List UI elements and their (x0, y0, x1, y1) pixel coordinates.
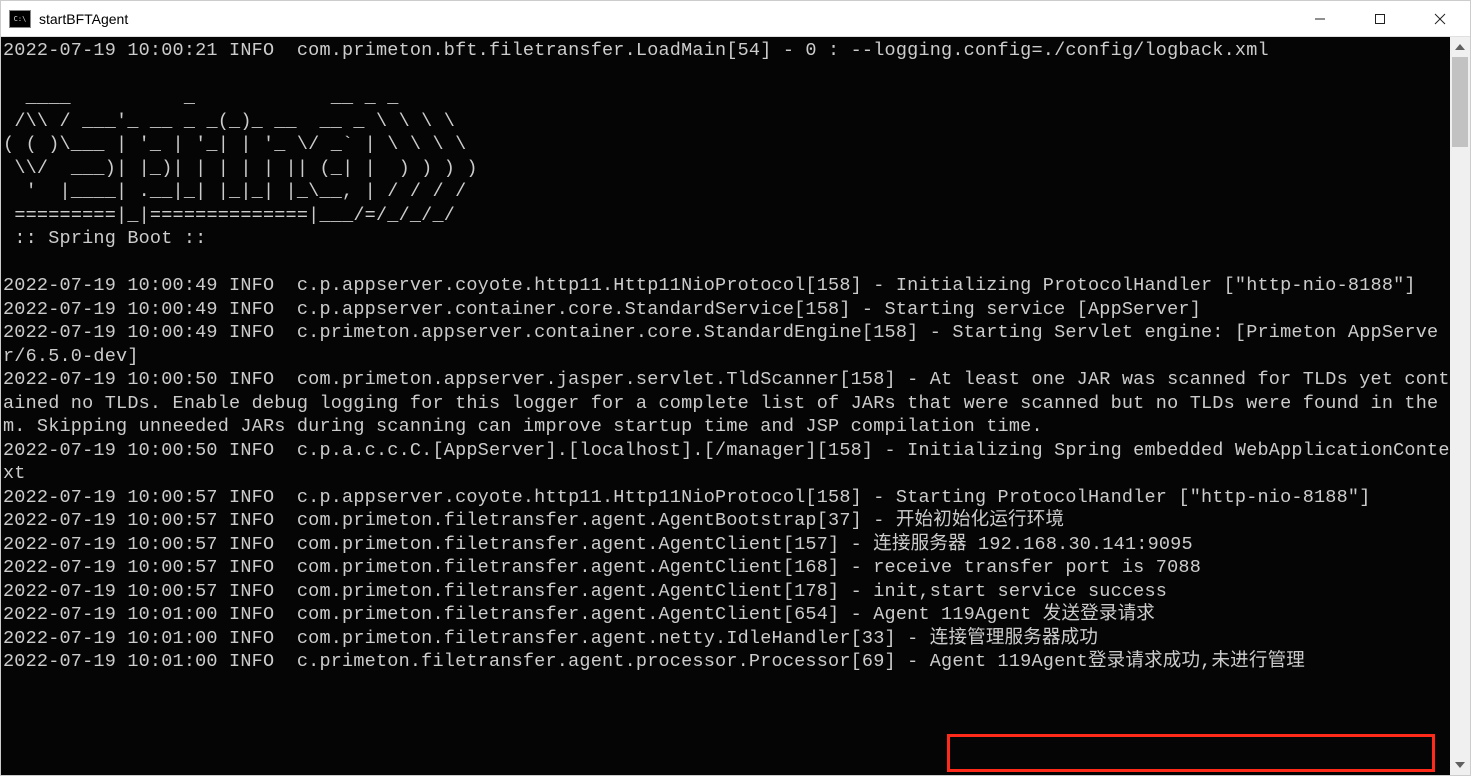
log-line: 2022-07-19 10:00:50 INFO com.primeton.ap… (3, 369, 1450, 437)
ascii-art: \\/ ___)| |_)| | | | | || (_| | ) ) ) ) (3, 158, 478, 179)
ascii-art: ____ _ __ _ _ (3, 87, 399, 108)
scrollbar-up-icon[interactable] (1450, 37, 1470, 57)
log-line: 2022-07-19 10:01:00 INFO com.primeton.fi… (3, 628, 1098, 649)
log-line: 2022-07-19 10:01:00 INFO com.primeton.fi… (3, 604, 1155, 625)
log-line: 2022-07-19 10:00:57 INFO com.primeton.fi… (3, 510, 1064, 531)
close-button[interactable] (1410, 1, 1470, 37)
minimize-button[interactable] (1290, 1, 1350, 37)
log-line: 2022-07-19 10:00:57 INFO com.primeton.fi… (3, 534, 1193, 555)
ascii-art: /\\ / ___'_ __ _ _(_)_ __ __ _ \ \ \ \ (3, 111, 455, 132)
scrollbar-thumb[interactable] (1452, 57, 1468, 147)
log-line: 2022-07-19 10:00:21 INFO com.primeton.bf… (3, 40, 1269, 61)
window-title: startBFTAgent (39, 11, 128, 27)
vertical-scrollbar[interactable] (1450, 37, 1470, 775)
ascii-art: =========|_|==============|___/=/_/_/_/ (3, 205, 455, 226)
log-line: 2022-07-19 10:01:00 INFO c.primeton.file… (3, 651, 1305, 672)
log-line: 2022-07-19 10:00:57 INFO com.primeton.fi… (3, 581, 1167, 602)
cmd-icon (9, 10, 31, 28)
console-area: 2022-07-19 10:00:21 INFO com.primeton.bf… (1, 37, 1470, 775)
log-line: 2022-07-19 10:00:57 INFO c.p.appserver.c… (3, 487, 1371, 508)
log-line: 2022-07-19 10:00:49 INFO c.primeton.apps… (3, 322, 1438, 367)
scrollbar-track[interactable] (1450, 57, 1470, 755)
log-line: 2022-07-19 10:00:57 INFO com.primeton.fi… (3, 557, 1201, 578)
ascii-art: ( ( )\___ | '_ | '_| | '_ \/ _` | \ \ \ … (3, 134, 466, 155)
console-window: startBFTAgent 2022-07-19 10:00:21 INFO c… (0, 0, 1471, 776)
log-line: 2022-07-19 10:00:49 INFO c.p.appserver.c… (3, 299, 1201, 320)
spring-boot-line: :: Spring Boot :: (3, 228, 206, 249)
ascii-art: ' |____| .__|_| |_|_| |_\__, | / / / / (3, 181, 466, 202)
log-line: 2022-07-19 10:00:49 INFO c.p.appserver.c… (3, 275, 1416, 296)
console-output[interactable]: 2022-07-19 10:00:21 INFO com.primeton.bf… (1, 37, 1450, 775)
maximize-button[interactable] (1350, 1, 1410, 37)
scrollbar-down-icon[interactable] (1450, 755, 1470, 775)
titlebar[interactable]: startBFTAgent (1, 1, 1470, 37)
highlight-box (947, 734, 1435, 772)
log-line: 2022-07-19 10:00:50 INFO c.p.a.c.c.C.[Ap… (3, 440, 1450, 485)
